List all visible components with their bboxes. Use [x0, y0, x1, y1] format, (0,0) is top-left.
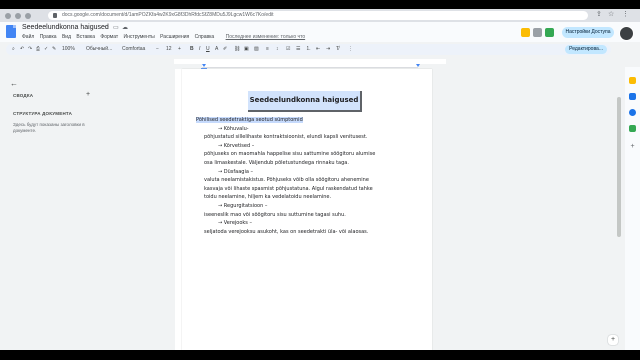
- spellcheck-icon[interactable]: ✓: [44, 44, 48, 55]
- menu-tools[interactable]: Инструменты: [124, 34, 155, 40]
- share-button[interactable]: Настройки Доступа: [562, 27, 614, 38]
- star-icon[interactable]: ☆: [104, 24, 109, 31]
- search-menus-icon[interactable]: ⌕: [12, 44, 15, 55]
- body-line[interactable]: toidu neelamine, hiljem ka vedelatoidu n…: [204, 194, 331, 200]
- comments-icon[interactable]: [533, 28, 542, 37]
- menu-file[interactable]: Файл: [22, 34, 34, 40]
- indent-marker-icon[interactable]: [202, 64, 206, 67]
- add-summary-icon[interactable]: +: [86, 91, 90, 98]
- text-color-icon[interactable]: A: [215, 44, 218, 55]
- align-icon[interactable]: ≡: [266, 44, 269, 55]
- zoom-select[interactable]: 100%: [62, 44, 75, 55]
- star-icon[interactable]: ☆: [608, 10, 614, 18]
- cloud-status-icon[interactable]: ☁: [122, 24, 128, 31]
- body-line[interactable]: kasvaja või lihaste spasmist põhjustatun…: [204, 186, 373, 192]
- more-icon[interactable]: ⋮: [348, 44, 353, 55]
- menu-bar: Файл Правка Вид Вставка Формат Инструмен…: [22, 34, 309, 40]
- undo-icon[interactable]: ↶: [20, 44, 24, 55]
- underline-icon[interactable]: U: [206, 44, 210, 55]
- scrollbar-thumb[interactable]: [617, 97, 621, 237]
- keep-icon[interactable]: [629, 77, 636, 84]
- side-panel-icons: +: [625, 67, 640, 350]
- lock-icon: [53, 13, 57, 18]
- share-page-icon[interactable]: ⇪: [596, 10, 602, 18]
- menu-extensions[interactable]: Расширения: [160, 34, 189, 40]
- subheading-line[interactable]: → Kõhuvalu-: [218, 126, 249, 132]
- outline-panel: ← СВОДКА + СТРУКТУРА ДОКУМЕНТА Здесь буд…: [0, 67, 170, 350]
- style-select[interactable]: Обычный...: [86, 44, 112, 55]
- italic-icon[interactable]: I: [199, 44, 200, 55]
- body-line[interactable]: iseeneslik mao või söögitoru sisu suttum…: [204, 212, 346, 218]
- menu-help[interactable]: Справка: [195, 34, 215, 40]
- paint-format-icon[interactable]: ✎: [52, 44, 56, 55]
- menu-edit[interactable]: Правка: [40, 34, 57, 40]
- docs-header: Seedeelundkonna haigused ☆ ▭ ☁ Файл Прав…: [0, 22, 640, 42]
- meet-icon[interactable]: [545, 28, 554, 37]
- link-icon[interactable]: ⛓: [234, 44, 240, 55]
- browser-menu-icon[interactable]: ⋮: [622, 10, 629, 18]
- toolbar: ⌕ ↶ ↷ ⎙ ✓ ✎ 100% Обычный... Comfortaa − …: [6, 44, 611, 55]
- image-icon[interactable]: ▨: [254, 44, 259, 55]
- screen: docs.google.com/document/d/1amPOZKfa4w2K…: [0, 9, 640, 350]
- subheading-line[interactable]: → Kõrvetised –: [218, 143, 254, 149]
- edit-mode-select[interactable]: Редактирова...: [565, 45, 607, 54]
- outline-hint: Здесь будут показаны заголовки в докумен…: [13, 122, 85, 133]
- maps-icon[interactable]: [629, 125, 636, 132]
- comment-icon[interactable]: ▣: [244, 44, 249, 55]
- body-line[interactable]: valuta neelamistakistus. Põhjuseks võib …: [204, 177, 369, 183]
- body-line[interactable]: osa limaskestale. Väljendub põletustunde…: [204, 160, 349, 166]
- horizontal-ruler[interactable]: [174, 59, 446, 72]
- menu-view[interactable]: Вид: [62, 34, 71, 40]
- subheading-line[interactable]: → Regurgitatsioon –: [218, 203, 267, 209]
- numbered-list-icon[interactable]: ⒈: [306, 44, 311, 55]
- subheading-line[interactable]: → Verejooks –: [218, 220, 252, 226]
- font-size-field[interactable]: 12: [166, 44, 172, 55]
- menu-format[interactable]: Формат: [100, 34, 118, 40]
- header-right: Настройки Доступа: [554, 26, 634, 41]
- document-title[interactable]: Seedeelundkonna haigused: [22, 24, 109, 31]
- reload-icon[interactable]: [25, 13, 31, 19]
- redo-icon[interactable]: ↷: [28, 44, 32, 55]
- font-size-increase-icon[interactable]: +: [178, 44, 181, 55]
- browser-tab-bar: docs.google.com/document/d/1amPOZKfa4w2K…: [0, 9, 640, 22]
- line-spacing-icon[interactable]: ↕: [276, 44, 279, 55]
- docs-logo-icon[interactable]: [6, 25, 16, 38]
- section-title[interactable]: Põhilised seedetraktiga seotud sümptomid: [196, 117, 303, 123]
- url-text: docs.google.com/document/d/1amPOZKfa4w2K…: [62, 12, 274, 18]
- back-arrow-icon[interactable]: ←: [10, 79, 18, 88]
- address-bar[interactable]: docs.google.com/document/d/1amPOZKfa4w2K…: [48, 11, 588, 20]
- avatar[interactable]: [619, 26, 634, 41]
- clear-format-icon[interactable]: T̸: [336, 44, 339, 55]
- document-heading[interactable]: Seedeelundkonna haigused: [248, 91, 362, 112]
- bullet-list-icon[interactable]: ☰: [296, 44, 300, 55]
- move-folder-icon[interactable]: ▭: [113, 24, 119, 31]
- last-edit-link[interactable]: Последнее изменение: только что: [226, 34, 306, 40]
- document-page[interactable]: Seedeelundkonna haigused Põhilised seede…: [182, 69, 432, 350]
- history-icon[interactable]: [521, 28, 530, 37]
- decrease-indent-icon[interactable]: ⇤: [316, 44, 320, 55]
- tasks-icon[interactable]: [629, 93, 636, 100]
- back-icon[interactable]: [5, 13, 11, 19]
- highlight-icon[interactable]: ✐: [223, 44, 227, 55]
- checklist-icon[interactable]: ☑: [286, 44, 290, 55]
- add-addon-icon[interactable]: +: [629, 143, 636, 150]
- forward-icon[interactable]: [15, 13, 21, 19]
- increase-indent-icon[interactable]: ⇥: [326, 44, 330, 55]
- summary-label: СВОДКА: [13, 93, 34, 98]
- outline-title: СТРУКТУРА ДОКУМЕНТА: [13, 111, 73, 116]
- bold-icon[interactable]: B: [190, 44, 194, 55]
- body-line[interactable]: põhjuseks on maomahla happelise sisu sat…: [204, 151, 375, 157]
- font-size-decrease-icon[interactable]: −: [156, 44, 159, 55]
- body-line[interactable]: seljatoda verejooksu asukoht, kas on see…: [204, 229, 368, 235]
- explore-button[interactable]: +: [608, 335, 618, 345]
- menu-insert[interactable]: Вставка: [76, 34, 95, 40]
- contacts-icon[interactable]: [629, 109, 636, 116]
- font-select[interactable]: Comfortaa: [122, 44, 145, 55]
- subheading-line[interactable]: → Düsfaagia –: [218, 169, 253, 175]
- print-icon[interactable]: ⎙: [36, 44, 40, 55]
- body-line[interactable]: põhjustatud sillelihaste kontraktsioonis…: [204, 134, 367, 140]
